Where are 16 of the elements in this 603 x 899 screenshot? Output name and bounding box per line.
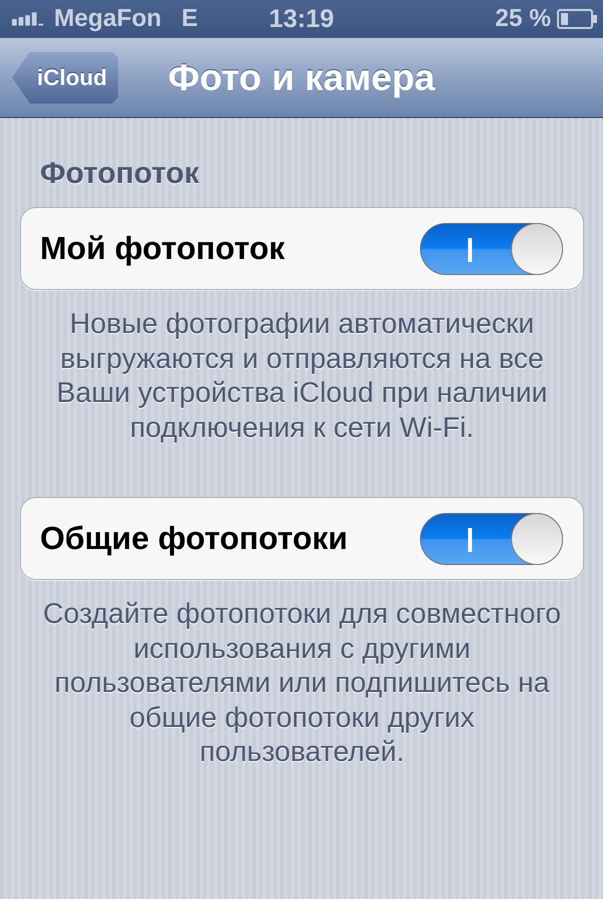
back-button[interactable]: iCloud xyxy=(12,52,118,104)
nav-title: Фото и камера xyxy=(168,56,436,98)
battery-icon xyxy=(557,9,597,29)
carrier-name: MegaFon xyxy=(54,5,162,33)
on-mark-icon xyxy=(468,528,472,552)
cell-label: Общие фотопотоки xyxy=(40,520,348,557)
battery-percent: 25 % xyxy=(495,5,551,33)
cell-label: Мой фотопоток xyxy=(40,230,285,267)
status-time: 13:19 xyxy=(268,4,334,34)
section-footer: Новые фотографии автоматически выгружаются и отправляются на все Ваши устройства iCloud при наличии подключения к сети Wi-Fi. xyxy=(20,307,584,445)
toggle-switch[interactable] xyxy=(420,512,563,564)
network-type: E xyxy=(182,5,198,33)
section-footer: Создайте фотопотоки для совместного использования с другими пользователями или подпишитесь на общие фотопотоки других пользователей. xyxy=(20,597,584,770)
on-mark-icon xyxy=(468,238,472,262)
section-header: Фотопоток xyxy=(40,158,200,190)
toggle-switch[interactable] xyxy=(420,222,563,274)
